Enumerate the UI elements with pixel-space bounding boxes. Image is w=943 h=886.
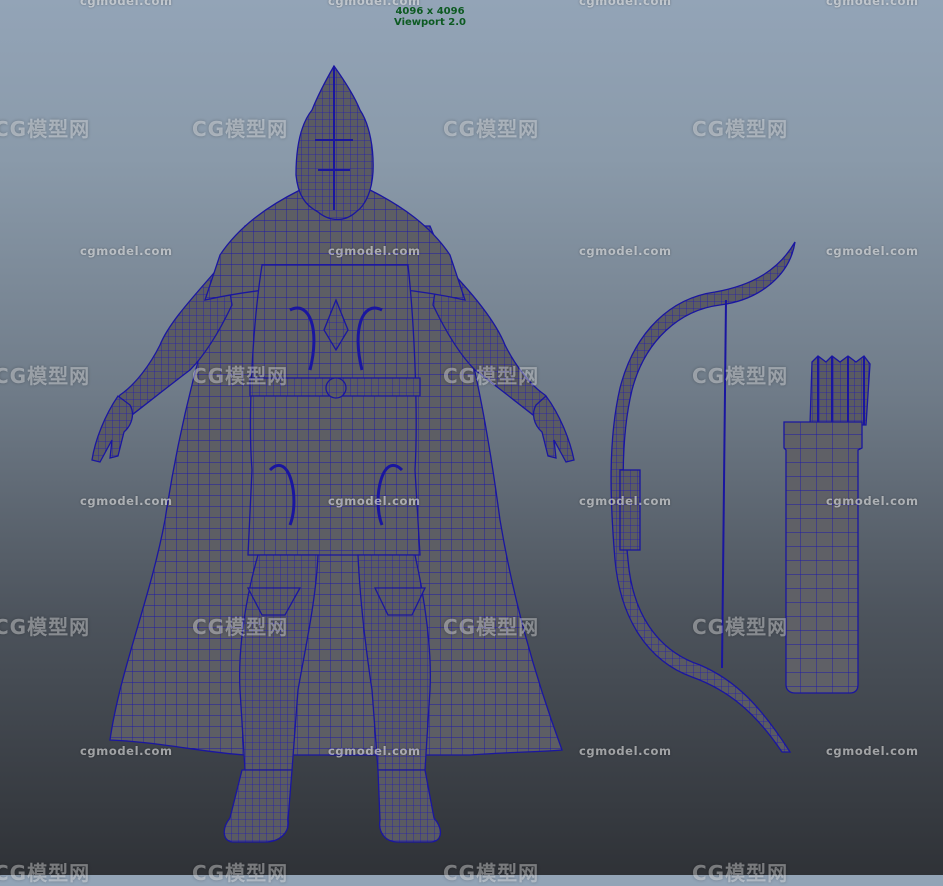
bow-model[interactable] — [610, 241, 796, 753]
bow-string[interactable] — [721, 299, 727, 669]
left-hand-mesh[interactable] — [91, 395, 134, 463]
right-hand-mesh[interactable] — [532, 395, 575, 463]
quiver-body-mesh[interactable] — [783, 421, 863, 694]
belt-buckle-mesh[interactable] — [325, 377, 347, 399]
viewport-scene[interactable] — [0, 0, 943, 875]
renderer-label: Viewport 2.0 — [394, 17, 466, 28]
right-boot-mesh[interactable] — [377, 769, 441, 843]
left-boot-mesh[interactable] — [223, 769, 293, 843]
bow-grip-mesh[interactable] — [619, 469, 641, 551]
character-model[interactable] — [91, 64, 575, 843]
quiver-model[interactable] — [783, 355, 871, 694]
viewport-hud: 4096 x 4096 Viewport 2.0 — [0, 6, 860, 28]
resolution-label: 4096 x 4096 — [395, 6, 465, 17]
